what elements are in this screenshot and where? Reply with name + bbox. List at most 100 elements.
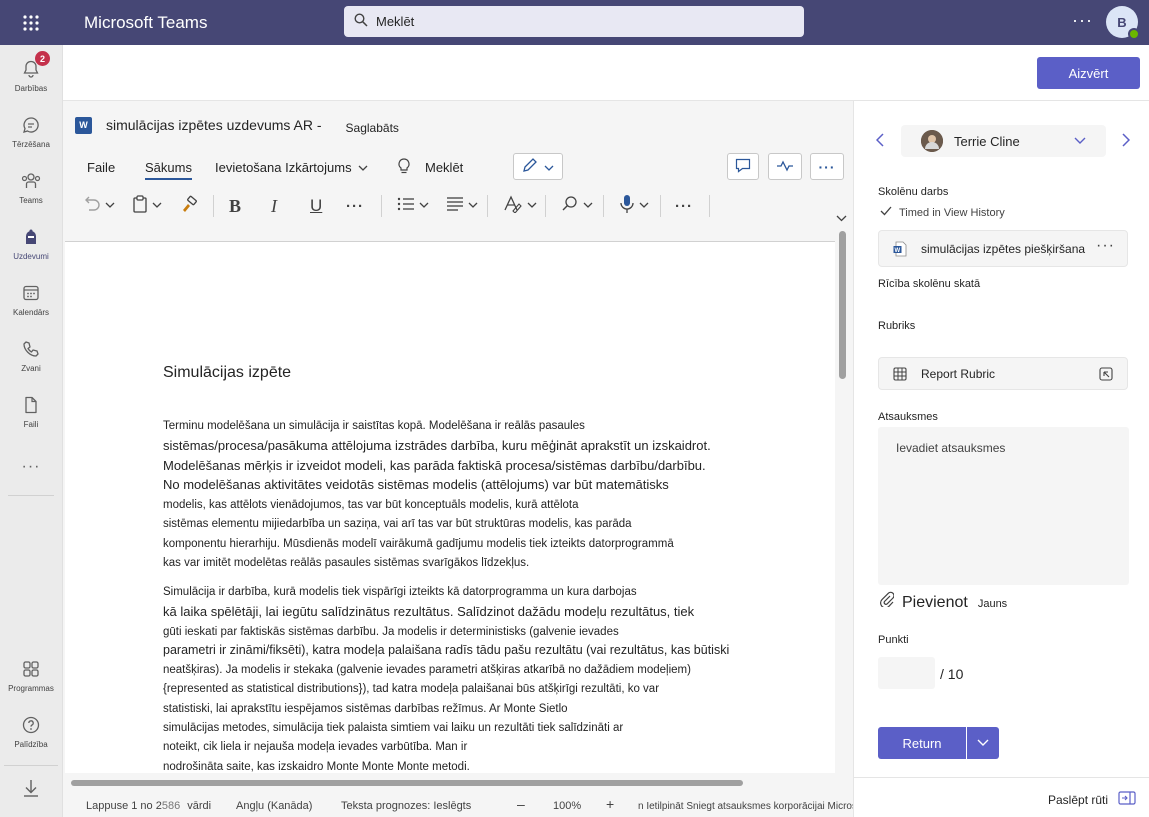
teams-icon — [19, 169, 43, 193]
word-count-number: 586 — [161, 800, 181, 812]
activity-badge: 2 — [35, 51, 50, 66]
student-name: Terrie Cline — [954, 133, 1020, 149]
toolbar-divider — [660, 195, 661, 217]
word-file-icon: W — [75, 116, 92, 134]
next-student-icon[interactable] — [1122, 133, 1131, 152]
bullets-button[interactable] — [397, 194, 429, 218]
italic-button[interactable]: I — [271, 194, 277, 218]
rail-label: Programmas — [8, 684, 54, 693]
previous-student-icon[interactable] — [875, 133, 884, 152]
attach-resource-button[interactable]: Pievienot Jauns — [880, 591, 1007, 612]
formatting-toolbar: B I U ··· ··· — [63, 189, 853, 223]
rail-item-teams[interactable]: Teams — [0, 159, 62, 213]
rail-item-calendar[interactable]: Kalendārs — [0, 271, 62, 325]
editing-mode-button[interactable] — [513, 153, 563, 180]
return-options-button[interactable] — [967, 727, 999, 759]
document-line: parametri ir zināmi/fiksēti), katra mode… — [163, 643, 730, 657]
zoom-in-button[interactable]: + — [606, 796, 614, 812]
student-view-label[interactable]: Rīcība skolēnu skatā — [878, 278, 980, 290]
close-button[interactable]: Aizvērt — [1037, 57, 1140, 89]
rail-label: Teams — [19, 196, 43, 205]
tab-home[interactable]: Sākums — [145, 160, 192, 180]
vertical-scrollbar[interactable] — [839, 231, 846, 379]
rubric-card[interactable]: Report Rubric — [878, 357, 1128, 390]
assignment-file-card[interactable]: W simulācijas izpētes piešķiršana ··· — [878, 230, 1128, 267]
styles-button[interactable] — [503, 194, 537, 218]
zoom-out-button[interactable]: – — [517, 796, 525, 812]
rail-item-apps[interactable]: Programmas — [0, 647, 62, 701]
underline-button[interactable]: U — [310, 194, 322, 218]
ribbon-tabs: Faile Sākums Ievietošana Izkārtojums Mek… — [63, 151, 853, 187]
pencil-icon — [522, 157, 538, 176]
horizontal-scrollbar[interactable] — [71, 780, 743, 786]
document-line: neatšķiras). Ja modelis ir stekaka (galv… — [163, 664, 691, 676]
student-selector[interactable]: Terrie Cline — [901, 125, 1106, 157]
toolbar-divider — [381, 195, 382, 217]
bulleted-list-icon — [397, 196, 415, 217]
document-name[interactable]: simulācijas izpētes uzdevums AR - — [106, 117, 322, 133]
more-font-options-button[interactable]: ··· — [346, 194, 364, 218]
rail-item-assignments[interactable]: Uzdevumi — [0, 215, 62, 269]
return-button[interactable]: Return — [878, 727, 966, 759]
format-painter-button[interactable] — [180, 194, 198, 218]
more-options-icon[interactable]: ··· — [1072, 10, 1093, 31]
chevron-down-icon — [105, 201, 115, 212]
paste-button[interactable] — [132, 194, 162, 218]
language-status[interactable]: Angļu (Kanāda) — [236, 800, 312, 812]
zoom-level[interactable]: 100% — [553, 800, 581, 812]
open-rubric-icon[interactable] — [1099, 367, 1113, 384]
document-page[interactable]: Simulācijas izpēte Terminu modelēšana un… — [65, 241, 835, 773]
app-launcher-icon[interactable] — [0, 0, 62, 45]
document-line: kā laika spēlētāji, lai iegūtu salīdzinā… — [163, 604, 695, 619]
text-prediction-status[interactable]: Teksta prognozes: Ieslēgts — [341, 800, 471, 812]
rail-item-help[interactable]: Palīdzība — [0, 703, 62, 757]
toolbar-divider — [213, 195, 214, 217]
align-button[interactable] — [446, 194, 478, 218]
tab-file[interactable]: Faile — [87, 160, 115, 175]
points-input[interactable] — [878, 657, 935, 689]
rail-item-files[interactable]: Faili — [0, 383, 62, 437]
align-left-icon — [446, 196, 464, 217]
activity-button[interactable] — [768, 153, 802, 180]
collapse-pane-icon — [1118, 791, 1136, 808]
rail-item-chat[interactable]: Tērzēšana — [0, 103, 62, 157]
comments-button[interactable] — [727, 153, 759, 180]
rail-item-calls[interactable]: Zvani — [0, 327, 62, 381]
chevron-down-icon — [152, 201, 162, 212]
more-toolbar-button[interactable]: ··· — [675, 194, 693, 218]
document-line: nodrošināta saite, kas izskaidro Monte M… — [163, 761, 470, 773]
undo-button[interactable] — [83, 194, 115, 218]
word-file-icon: W — [893, 241, 907, 257]
feedback-input[interactable]: Ievadiet atsauksmes — [878, 427, 1129, 585]
more-options-button[interactable]: ··· — [810, 153, 844, 180]
dictate-button[interactable] — [619, 194, 649, 218]
toolbar-divider — [487, 195, 488, 217]
download-icon[interactable] — [4, 765, 58, 809]
assignments-icon — [19, 225, 43, 249]
document-line: statistiski, lai aprakstītu iespējamos s… — [163, 703, 568, 715]
presence-available-icon — [1128, 28, 1140, 40]
collapse-ribbon-icon[interactable] — [836, 213, 847, 225]
file-more-options-icon[interactable]: ··· — [1096, 237, 1115, 255]
user-avatar[interactable]: B — [1106, 6, 1140, 40]
rail-label: Uzdevumi — [13, 252, 49, 261]
document-line: Simulācija ir darbība, kurā modelis tiek… — [163, 586, 637, 598]
clipboard-icon — [132, 194, 148, 218]
rail-item-activity[interactable]: 2 Darbības — [0, 47, 62, 101]
rail-more-apps[interactable]: ··· — [0, 445, 62, 485]
find-button[interactable] — [561, 194, 593, 218]
bold-button[interactable]: B — [229, 194, 241, 218]
checkmark-icon — [880, 206, 892, 219]
feedback-link[interactable]: n Ietilpināt Sniegt atsauksmes korporāci… — [638, 801, 868, 812]
document-line: sistēmas elementu mijiedarbība un saziņa… — [163, 518, 632, 530]
left-rail: 2 Darbības Tērzēšana Teams Uzdevumi Kale… — [0, 45, 63, 817]
page-count: Lappuse 1 no 2586 vārdi — [86, 800, 211, 812]
microphone-icon — [619, 194, 635, 219]
tab-insert-layout[interactable]: Ievietošana Izkārtojums — [215, 160, 368, 175]
hide-pane-button[interactable]: Paslēpt rūti — [1048, 791, 1136, 808]
search-input[interactable]: Meklēt — [344, 6, 804, 37]
history-row[interactable]: Timed in View History — [880, 206, 1005, 219]
points-label: Punkti — [878, 634, 909, 646]
tab-search[interactable]: Meklēt — [425, 160, 463, 175]
student-avatar — [921, 130, 943, 152]
